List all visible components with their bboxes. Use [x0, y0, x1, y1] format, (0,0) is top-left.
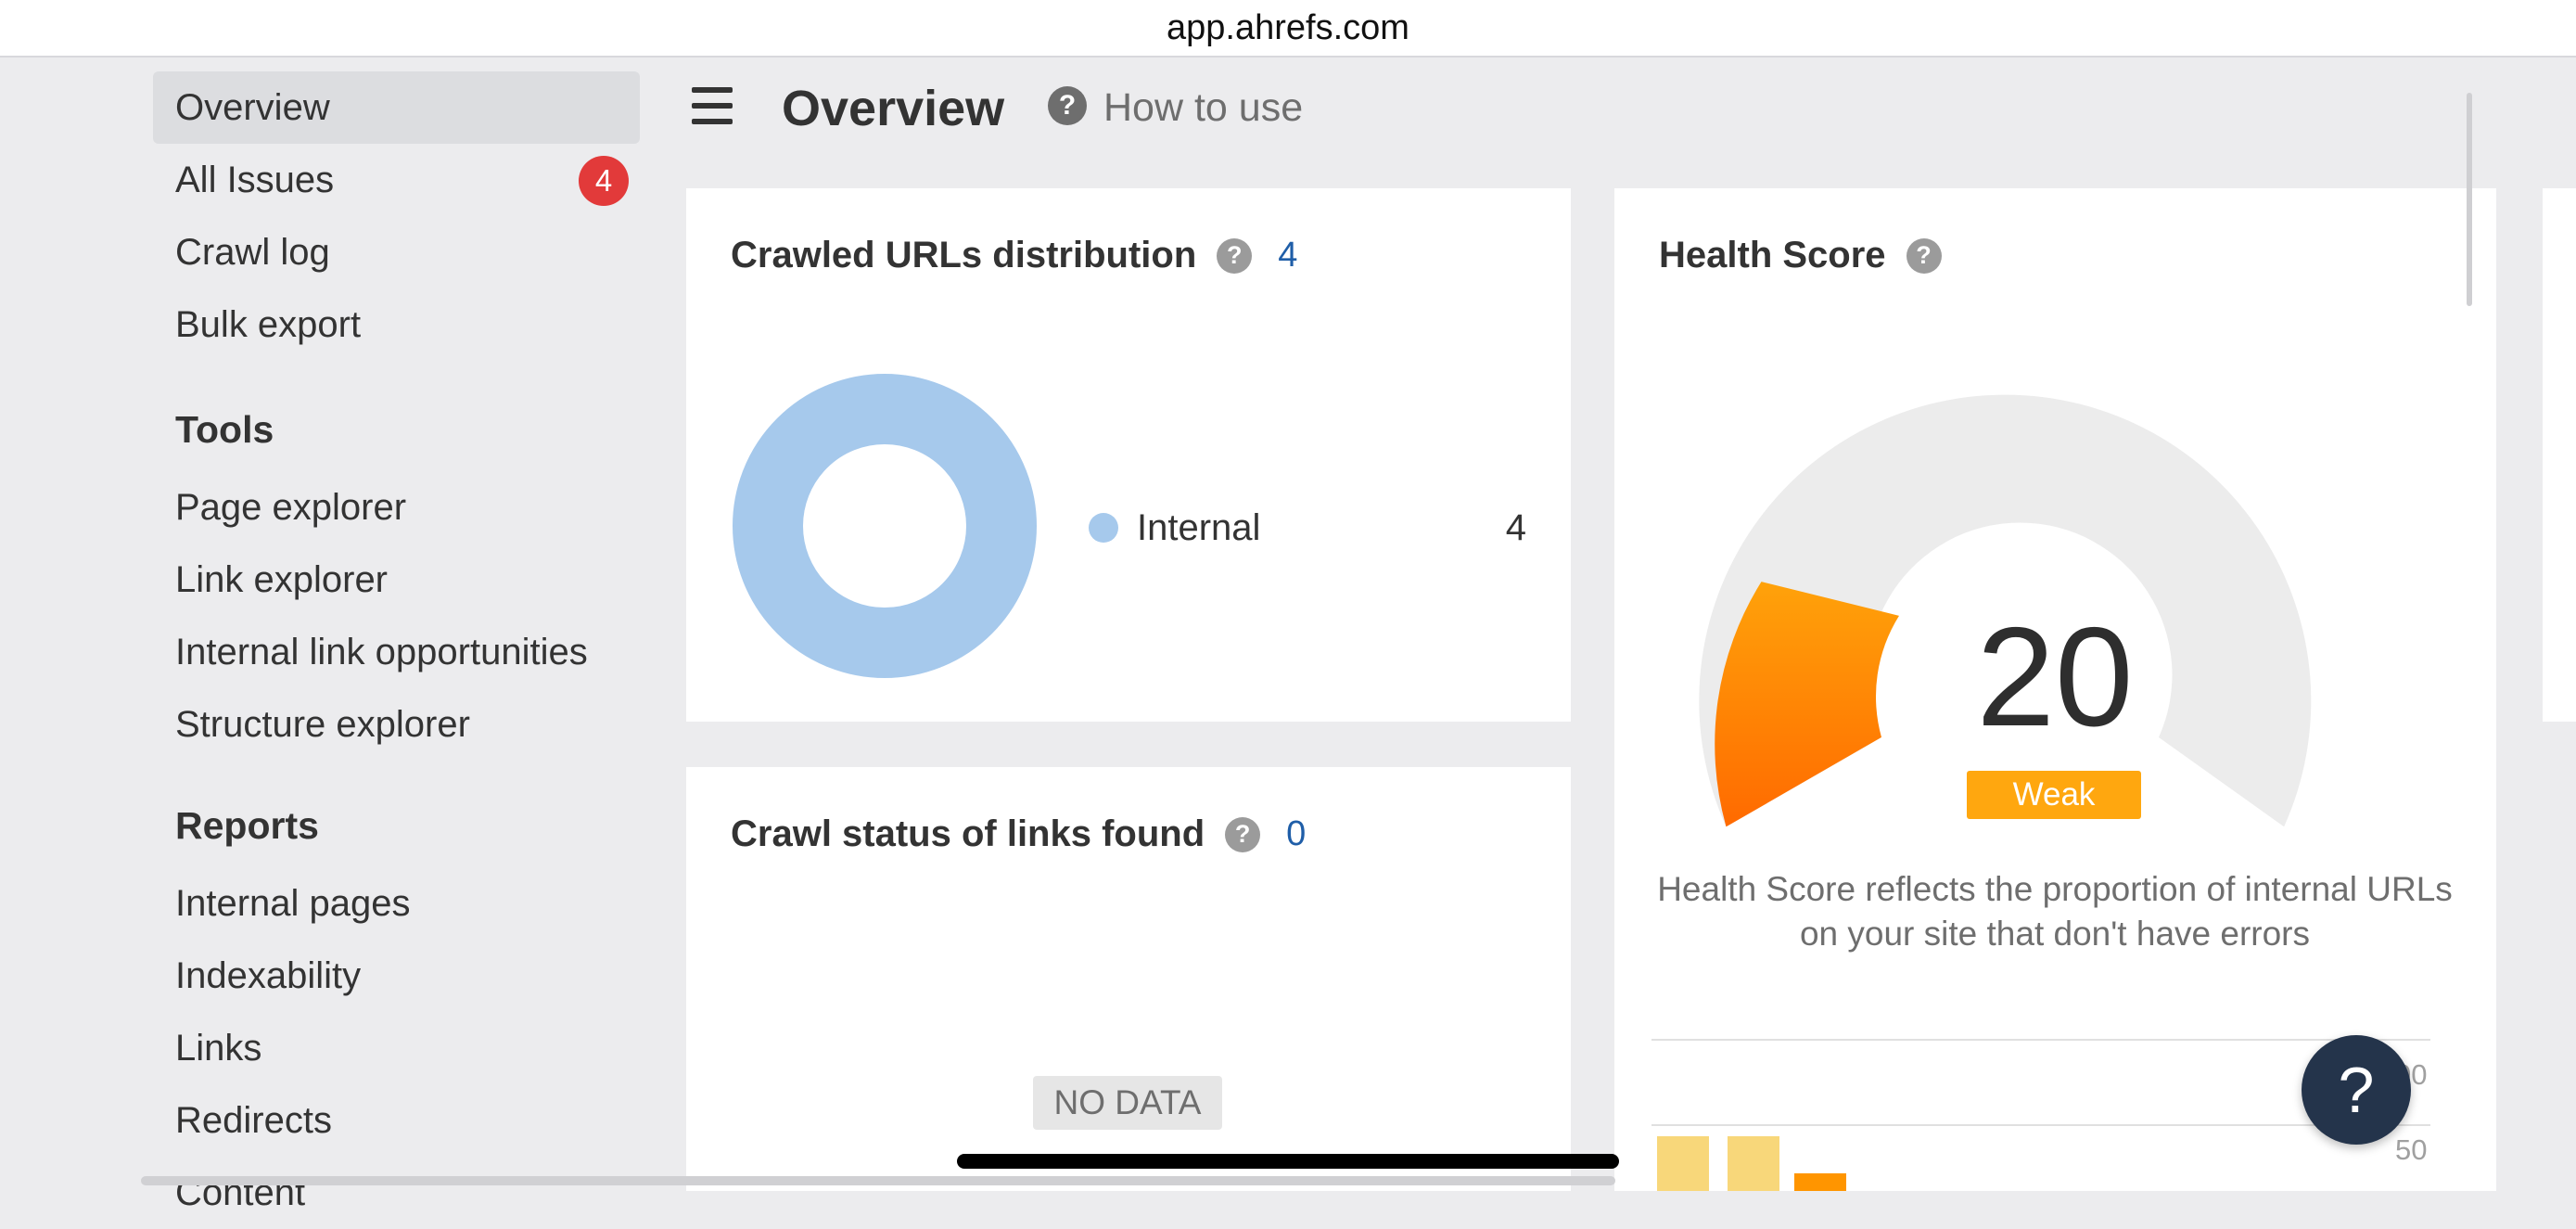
legend-value: 4	[1505, 507, 1526, 548]
crawl-status-card: Crawl status of links found ? 0 NO DATA	[686, 767, 1571, 1191]
browser-url-bar[interactable]: app.ahrefs.com	[0, 0, 2576, 58]
sidebar-item-label: Crawl log	[175, 231, 330, 273]
donut-segment-internal[interactable]	[733, 374, 1037, 678]
sidebar-item-label: Redirects	[175, 1099, 332, 1141]
card-title-text: Crawl status of links found	[731, 813, 1205, 854]
help-circle-icon[interactable]: ?	[1048, 86, 1087, 125]
sidebar-item-page-explorer[interactable]: Page explorer	[153, 471, 640, 544]
card-title-text: Crawled URLs distribution	[731, 235, 1197, 275]
sidebar-item-label: Structure explorer	[175, 703, 470, 745]
crawl-status-count-link[interactable]: 0	[1286, 814, 1306, 854]
crawled-count-link[interactable]: 4	[1278, 236, 1297, 275]
sidebar-item-internal-pages[interactable]: Internal pages	[153, 867, 640, 940]
question-icon[interactable]: ?	[1217, 237, 1253, 274]
sidebar-item-label: Overview	[175, 86, 330, 128]
sidebar-item-structure-explorer[interactable]: Structure explorer	[153, 688, 640, 761]
sidebar: Overview All Issues 4 Crawl log Bulk exp…	[153, 56, 644, 1213]
page-header: Overview ? How to use	[686, 74, 1613, 145]
sidebar-item-indexability[interactable]: Indexability	[153, 940, 640, 1012]
sidebar-item-link-explorer[interactable]: Link explorer	[153, 544, 640, 616]
card-title: Crawled URLs distribution ? 4	[731, 235, 1297, 276]
history-bar[interactable]	[1657, 1136, 1709, 1191]
sidebar-heading-tools: Tools	[175, 408, 274, 451]
card-title: Crawl status of links found ? 0	[731, 813, 1306, 855]
url-text: app.ahrefs.com	[1167, 7, 1409, 47]
vertical-scrollbar[interactable]	[2467, 93, 2472, 306]
next-card-edge	[2543, 188, 2576, 722]
sidebar-item-label: Bulk export	[175, 303, 362, 345]
sidebar-heading-reports: Reports	[175, 804, 319, 847]
sidebar-item-label: Link explorer	[175, 558, 389, 600]
sidebar-item-label: Links	[175, 1027, 262, 1069]
sidebar-item-content[interactable]: Content	[153, 1157, 640, 1229]
chart-gridline	[1651, 1039, 2430, 1041]
menu-icon[interactable]	[692, 87, 733, 124]
axis-label: 50	[2395, 1133, 2428, 1166]
sidebar-item-overview[interactable]: Overview	[153, 71, 640, 144]
help-chat-button[interactable]: ?	[2302, 1035, 2411, 1145]
issues-count-badge: 4	[579, 156, 629, 206]
page-title: Overview	[782, 81, 1005, 136]
sidebar-item-label: Internal link opportunities	[175, 631, 588, 672]
sidebar-item-crawl-log[interactable]: Crawl log	[153, 216, 640, 288]
history-bar[interactable]	[1728, 1136, 1779, 1191]
sidebar-item-label: Internal pages	[175, 882, 411, 924]
how-to-use-link[interactable]: How to use	[1103, 85, 1303, 131]
donut-chart	[733, 374, 1037, 678]
horizontal-scrollbar[interactable]	[141, 1176, 1615, 1185]
home-indicator[interactable]	[957, 1154, 1619, 1169]
sidebar-item-label: All Issues	[175, 159, 335, 200]
sidebar-item-redirects[interactable]: Redirects	[153, 1084, 640, 1157]
sidebar-item-internal-link-opportunities[interactable]: Internal link opportunities	[153, 616, 640, 688]
sidebar-item-links[interactable]: Links	[153, 1012, 640, 1084]
sidebar-item-all-issues[interactable]: All Issues 4	[153, 144, 640, 216]
health-score-description: Health Score reflects the proportion of …	[1657, 870, 2453, 953]
health-score-value: 20	[1976, 598, 2134, 756]
sidebar-item-label: Indexability	[175, 954, 362, 996]
question-icon[interactable]: ?	[1225, 816, 1261, 852]
crawled-urls-card: Crawled URLs distribution ? 4 Internal 4	[686, 188, 1571, 722]
legend-dot-internal	[1089, 513, 1118, 543]
legend-label: Internal	[1137, 507, 1261, 548]
sidebar-item-label: Page explorer	[175, 486, 407, 528]
health-rating-badge: Weak	[1967, 771, 2141, 819]
history-bar[interactable]	[1794, 1173, 1846, 1191]
no-data-label: NO DATA	[1033, 1076, 1222, 1130]
sidebar-item-bulk-export[interactable]: Bulk export	[153, 288, 640, 361]
